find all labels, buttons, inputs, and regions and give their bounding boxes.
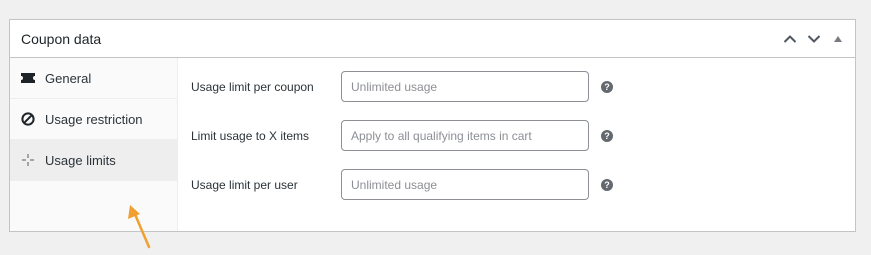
crosshair-icon [20, 152, 36, 168]
limit-usage-to-x-items-input[interactable] [341, 120, 589, 151]
help-icon[interactable]: ? [601, 129, 613, 142]
usage-limit-per-user-input[interactable] [341, 169, 589, 200]
limit-usage-to-x-items-row: Limit usage to X items ? [191, 120, 613, 151]
usage-limits-fields: Usage limit per coupon ? Limit usage to … [178, 58, 855, 231]
panel-header: Coupon data [10, 20, 855, 58]
help-icon[interactable]: ? [601, 80, 613, 93]
usage-limit-per-user-label: Usage limit per user [191, 177, 298, 192]
help-icon[interactable]: ? [601, 178, 613, 191]
usage-limit-per-user-row: Usage limit per user ? [191, 169, 613, 200]
usage-limit-per-coupon-label: Usage limit per coupon [191, 79, 314, 94]
annotation-arrow [128, 205, 151, 249]
coupon-tabs: General Usage restriction Usage limits [10, 58, 178, 249]
usage-limit-per-coupon-input[interactable] [341, 71, 589, 102]
tab-usage-restriction-label: Usage restriction [45, 111, 143, 127]
chevron-down-icon[interactable] [803, 26, 825, 52]
coupon-data-panel: Coupon data General Usage restriction Us… [9, 19, 856, 249]
chevron-up-icon[interactable] [779, 26, 801, 52]
tab-general-label: General [45, 70, 92, 86]
panel-title: Coupon data [21, 30, 102, 47]
tab-general[interactable]: General [10, 58, 177, 99]
ban-icon [20, 111, 36, 127]
tab-usage-limits-label: Usage limits [45, 152, 116, 168]
triangle-up-icon[interactable] [827, 26, 849, 52]
limit-usage-to-x-items-label: Limit usage to X items [191, 128, 310, 143]
panel-body: General Usage restriction Usage limits U… [10, 58, 855, 249]
tab-usage-limits[interactable]: Usage limits [10, 140, 177, 181]
ticket-icon [20, 70, 36, 86]
usage-limit-per-coupon-row: Usage limit per coupon ? [191, 71, 613, 102]
panel-header-controls [779, 20, 849, 57]
tab-usage-restriction[interactable]: Usage restriction [10, 99, 177, 140]
